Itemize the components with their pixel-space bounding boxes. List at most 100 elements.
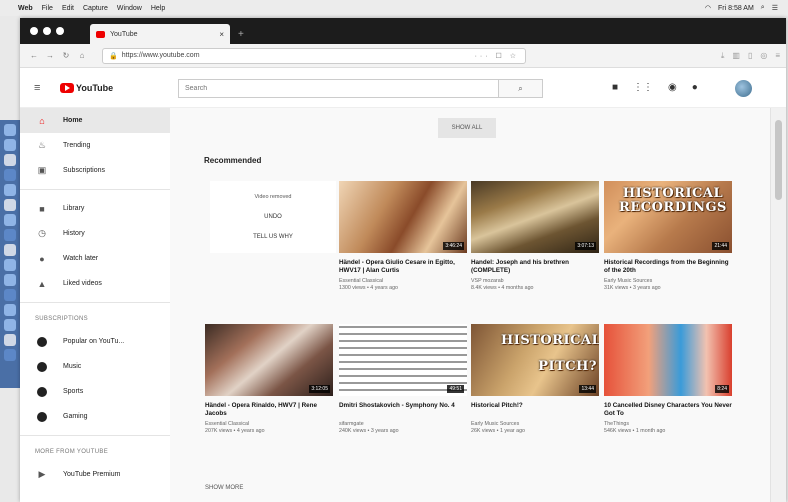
video-thumbnail[interactable]: 8:24 [604,324,732,396]
channel-name[interactable]: VSP mozarab [471,278,599,284]
channel-name[interactable]: Essential Classical [205,421,333,427]
notifications-bell-icon[interactable]: ● [692,82,698,93]
sidebar-item-library[interactable]: ■ Library [20,196,170,221]
youtube-logo[interactable]: YouTube [60,82,113,93]
messages-icon[interactable]: ◉ [668,82,677,93]
show-more-button[interactable]: SHOW MORE [205,485,243,491]
dock-app-icon[interactable] [4,229,16,241]
menu-help[interactable]: Help [151,5,165,12]
dock-app-icon[interactable] [4,139,16,151]
video-thumbnail[interactable]: 49:51 [339,324,467,396]
search-icon[interactable]: ⌕ [761,4,765,12]
new-tab-icon[interactable]: + [238,29,244,40]
video-title[interactable]: 10 Cancelled Disney Characters You Never… [604,402,732,418]
video-title[interactable]: Dmitri Shostakovich - Symphony No. 4 [339,402,467,418]
dock-app-icon[interactable] [4,259,16,271]
wifi-icon[interactable]: ◠ [705,4,711,12]
channel-name[interactable]: Essential Classical [339,278,467,284]
hamburger-menu-icon[interactable]: ≡ [34,82,46,94]
apps-grid-icon[interactable]: ⋮⋮ [633,82,653,93]
dock-app-icon[interactable] [4,334,16,346]
video-card[interactable]: 8:24 10 Cancelled Disney Characters You … [604,324,732,434]
dock-app-icon[interactable] [4,349,16,361]
dock-app-icon[interactable] [4,154,16,166]
undo-button[interactable]: UNDO [264,214,282,220]
video-card[interactable]: 3:12:05 Händel - Opera Rinaldo, HWV7 | R… [205,324,333,434]
menu-edit[interactable]: Edit [62,5,74,12]
search-input[interactable] [179,80,498,97]
dock-app-icon[interactable] [4,304,16,316]
video-title[interactable]: Händel - Opera Giulio Cesare in Egitto, … [339,259,467,275]
forward-icon[interactable]: → [42,51,58,60]
vertical-scrollbar[interactable] [770,108,786,502]
dock-app-icon[interactable] [4,214,16,226]
video-card[interactable]: HISTORICAL RECORDINGS 21:44 Historical R… [604,181,732,291]
zoom-window-button[interactable] [56,27,64,35]
video-thumbnail[interactable]: HISTORICAL RECORDINGS 21:44 [604,181,732,253]
reload-icon[interactable]: ↻ [58,51,74,60]
minimize-window-button[interactable] [43,27,51,35]
avatar[interactable] [735,80,752,97]
channel-name[interactable]: TheThings [604,421,732,427]
clock[interactable]: Fri 8:58 AM [718,5,754,12]
video-title[interactable]: Händel - Opera Rinaldo, HWV7 | Rene Jaco… [205,402,333,418]
sidebar-item-home[interactable]: ⌂ Home [20,108,170,133]
menu-icon[interactable]: ≡ [775,51,780,61]
video-title[interactable]: Historical Pitch!? [471,402,599,418]
download-icon[interactable]: ⤓ [721,51,725,61]
page-actions-icon[interactable]: ··· ☐ ☆ [475,52,519,60]
video-card[interactable]: HISTORICAL PITCH? 13:44 Historical Pitch… [471,324,599,434]
dock-app-icon[interactable] [4,244,16,256]
menu-app[interactable]: Web [18,5,33,12]
list-icon[interactable]: ☰ [772,4,778,12]
video-thumbnail[interactable]: 3:46:24 [339,181,467,253]
sidebar-item-liked-videos[interactable]: ▲ Liked videos [20,271,170,296]
sidebar-item-channel-sports[interactable]: Sports [20,379,170,404]
back-icon[interactable]: ← [26,51,42,60]
sidebar-item-history[interactable]: ◷ History [20,221,170,246]
sync-icon[interactable]: ◎ [760,51,767,61]
video-thumbnail[interactable]: 3:07:13 [471,181,599,253]
video-thumbnail[interactable]: HISTORICAL PITCH? 13:44 [471,324,599,396]
close-tab-icon[interactable]: × [219,30,224,39]
menu-file[interactable]: File [42,5,53,12]
video-title[interactable]: Historical Recordings from the Beginning… [604,259,732,275]
video-title[interactable]: Handel: Joseph and his brethren (COMPLET… [471,259,599,275]
show-all-button[interactable]: SHOW ALL [438,118,496,138]
channel-name[interactable]: Early Music Sources [604,278,732,284]
menu-capture[interactable]: Capture [83,5,108,12]
sidebar-item-watch-later[interactable]: ● Watch later [20,246,170,271]
library-icon[interactable]: ▥ [732,51,740,61]
dock-app-icon[interactable] [4,274,16,286]
sidebar-item-channel-popular[interactable]: Popular on YouTu... [20,329,170,354]
dock-app-icon[interactable] [4,124,16,136]
browser-window: YouTube × + ← → ↻ ⌂ 🔒 https://www.youtub… [20,18,786,502]
dock-app-icon[interactable] [4,289,16,301]
video-card[interactable]: 3:07:13 Handel: Joseph and his brethren … [471,181,599,291]
sidebar-item-youtube-premium[interactable]: ▶ YouTube Premium [20,462,170,487]
channel-name[interactable]: Early Music Sources [471,421,599,427]
video-card[interactable]: 49:51 Dmitri Shostakovich - Symphony No.… [339,324,467,434]
dock-app-icon[interactable] [4,199,16,211]
scrollbar-thumb[interactable] [775,120,782,200]
address-bar[interactable]: 🔒 https://www.youtube.com ··· ☐ ☆ [102,47,526,64]
home-icon[interactable]: ⌂ [74,51,90,60]
menu-window[interactable]: Window [117,5,142,12]
close-window-button[interactable] [30,27,38,35]
channel-name[interactable]: sifarmgate [339,421,467,427]
tell-us-why-button[interactable]: TELL US WHY [253,234,293,240]
sidebar-item-trending[interactable]: ♨ Trending [20,133,170,158]
dock-app-icon[interactable] [4,319,16,331]
search-button[interactable]: ⌕ [498,80,542,97]
video-card[interactable]: 3:46:24 Händel - Opera Giulio Cesare in … [339,181,467,291]
dock-app-icon[interactable] [4,184,16,196]
tab-youtube[interactable]: YouTube × [90,24,230,44]
video-thumbnail[interactable]: 3:12:05 [205,324,333,396]
sidebar-item-channel-gaming[interactable]: Gaming [20,404,170,429]
create-video-icon[interactable]: ■ [612,82,618,93]
sidebar-item-channel-music[interactable]: Music [20,354,170,379]
dock-app-icon[interactable] [4,169,16,181]
main-content: SHOW ALL Recommended Video removed UNDO … [170,108,770,502]
sidebar-icon[interactable]: ▯ [748,51,752,61]
sidebar-item-subscriptions[interactable]: ▣ Subscriptions [20,158,170,183]
